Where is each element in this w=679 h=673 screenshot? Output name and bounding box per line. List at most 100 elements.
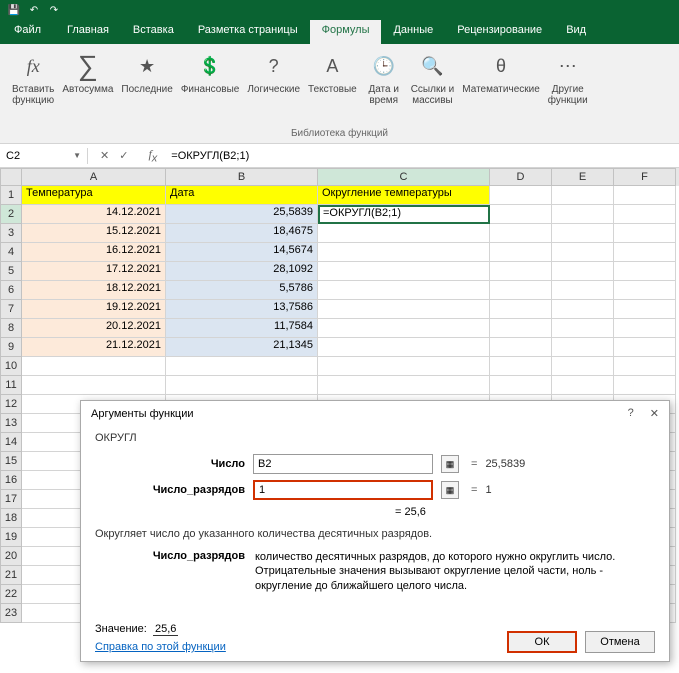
more-functions-button[interactable]: ⋯ Другие функции xyxy=(544,48,592,139)
cell-E6[interactable] xyxy=(552,281,614,300)
cell-B6[interactable]: 5,5786 xyxy=(166,281,318,300)
cell-A2[interactable]: 14.12.2021 xyxy=(22,205,166,224)
row-header[interactable]: 23 xyxy=(0,604,22,623)
cell-A5[interactable]: 17.12.2021 xyxy=(22,262,166,281)
cell-F7[interactable] xyxy=(614,300,676,319)
ok-button[interactable]: ОК xyxy=(507,631,577,653)
cell-E3[interactable] xyxy=(552,224,614,243)
formula-input[interactable] xyxy=(165,148,679,164)
col-header-A[interactable]: A xyxy=(22,168,166,186)
row-header[interactable]: 19 xyxy=(0,528,22,547)
cell-A9[interactable]: 21.12.2021 xyxy=(22,338,166,357)
cell-E8[interactable] xyxy=(552,319,614,338)
tab-review[interactable]: Рецензирование xyxy=(445,20,554,44)
cell-B1[interactable]: Дата xyxy=(166,186,318,205)
cell-D4[interactable] xyxy=(490,243,552,262)
cell-A10[interactable] xyxy=(22,357,166,376)
arg1-ref-button[interactable]: ▦ xyxy=(441,455,459,473)
cancel-formula-icon[interactable]: ✕ xyxy=(100,149,109,162)
fx-label-icon[interactable]: fx xyxy=(140,147,165,164)
row-header[interactable]: 1 xyxy=(0,186,22,205)
cell-D2[interactable] xyxy=(490,205,552,224)
tab-layout[interactable]: Разметка страницы xyxy=(186,20,310,44)
datetime-button[interactable]: 🕒 Дата и время xyxy=(361,48,407,139)
autosum-button[interactable]: ∑ Автосумма xyxy=(58,48,117,139)
tab-formulas[interactable]: Формулы xyxy=(310,20,382,44)
row-header[interactable]: 12 xyxy=(0,395,22,414)
cell-C8[interactable] xyxy=(318,319,490,338)
name-box[interactable]: C2 ▼ xyxy=(0,148,88,164)
cell-E7[interactable] xyxy=(552,300,614,319)
chevron-down-icon[interactable]: ▼ xyxy=(73,151,81,160)
cell-E10[interactable] xyxy=(552,357,614,376)
col-header-F[interactable]: F xyxy=(614,168,676,186)
arg2-ref-button[interactable]: ▦ xyxy=(441,481,459,499)
cell-E5[interactable] xyxy=(552,262,614,281)
cell-D5[interactable] xyxy=(490,262,552,281)
help-icon[interactable]: ? xyxy=(628,407,634,420)
tab-file[interactable]: Файл xyxy=(0,20,55,44)
cell-B4[interactable]: 14,5674 xyxy=(166,243,318,262)
cell-C4[interactable] xyxy=(318,243,490,262)
cell-E4[interactable] xyxy=(552,243,614,262)
cell-B3[interactable]: 18,4675 xyxy=(166,224,318,243)
tab-data[interactable]: Данные xyxy=(381,20,445,44)
cell-C1[interactable]: Округление температуры xyxy=(318,186,490,205)
row-header[interactable]: 11 xyxy=(0,376,22,395)
cell-F11[interactable] xyxy=(614,376,676,395)
row-header[interactable]: 17 xyxy=(0,490,22,509)
arg1-input[interactable] xyxy=(253,454,433,474)
select-all-corner[interactable] xyxy=(0,168,22,186)
cell-A1[interactable]: Температура xyxy=(22,186,166,205)
cell-A3[interactable]: 15.12.2021 xyxy=(22,224,166,243)
cell-C9[interactable] xyxy=(318,338,490,357)
col-header-D[interactable]: D xyxy=(490,168,552,186)
financial-button[interactable]: 💲 Финансовые xyxy=(177,48,244,139)
row-header[interactable]: 13 xyxy=(0,414,22,433)
cell-D3[interactable] xyxy=(490,224,552,243)
cell-B9[interactable]: 21,1345 xyxy=(166,338,318,357)
row-header[interactable]: 2 xyxy=(0,205,22,224)
cell-B8[interactable]: 11,7584 xyxy=(166,319,318,338)
cell-D7[interactable] xyxy=(490,300,552,319)
cell-F8[interactable] xyxy=(614,319,676,338)
row-header[interactable]: 6 xyxy=(0,281,22,300)
cell-C2[interactable]: =ОКРУГЛ(B2;1) xyxy=(318,205,490,224)
insert-function-button[interactable]: fx Вставить функцию xyxy=(8,48,58,139)
row-header[interactable]: 3 xyxy=(0,224,22,243)
row-header[interactable]: 7 xyxy=(0,300,22,319)
cell-C5[interactable] xyxy=(318,262,490,281)
col-header-B[interactable]: B xyxy=(166,168,318,186)
cell-D6[interactable] xyxy=(490,281,552,300)
cell-E2[interactable] xyxy=(552,205,614,224)
tab-view[interactable]: Вид xyxy=(554,20,598,44)
col-header-C[interactable]: C xyxy=(318,168,490,186)
row-header[interactable]: 9 xyxy=(0,338,22,357)
cell-E9[interactable] xyxy=(552,338,614,357)
row-header[interactable]: 5 xyxy=(0,262,22,281)
cell-F4[interactable] xyxy=(614,243,676,262)
cell-A11[interactable] xyxy=(22,376,166,395)
row-header[interactable]: 8 xyxy=(0,319,22,338)
cell-C6[interactable] xyxy=(318,281,490,300)
cell-E1[interactable] xyxy=(552,186,614,205)
accept-formula-icon[interactable]: ✓ xyxy=(119,149,128,162)
cell-F5[interactable] xyxy=(614,262,676,281)
cell-B5[interactable]: 28,1092 xyxy=(166,262,318,281)
cell-D9[interactable] xyxy=(490,338,552,357)
redo-icon[interactable]: ↷ xyxy=(46,2,62,18)
cell-D8[interactable] xyxy=(490,319,552,338)
row-header[interactable]: 18 xyxy=(0,509,22,528)
row-header[interactable]: 21 xyxy=(0,566,22,585)
cell-F6[interactable] xyxy=(614,281,676,300)
row-header[interactable]: 16 xyxy=(0,471,22,490)
recent-button[interactable]: ★ Последние xyxy=(117,48,176,139)
tab-insert[interactable]: Вставка xyxy=(121,20,186,44)
lookup-button[interactable]: 🔍 Ссылки и массивы xyxy=(407,48,459,139)
save-icon[interactable]: 💾 xyxy=(6,2,22,18)
cell-D10[interactable] xyxy=(490,357,552,376)
row-header[interactable]: 15 xyxy=(0,452,22,471)
row-header[interactable]: 14 xyxy=(0,433,22,452)
cell-F9[interactable] xyxy=(614,338,676,357)
cell-F10[interactable] xyxy=(614,357,676,376)
